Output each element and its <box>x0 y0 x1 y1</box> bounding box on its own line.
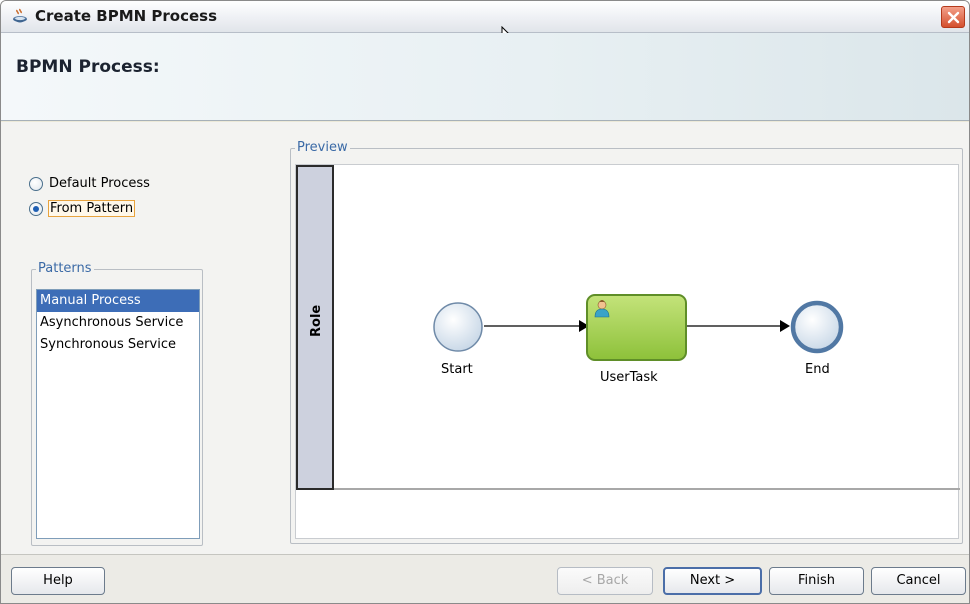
patterns-legend: Patterns <box>36 261 94 276</box>
preview-canvas: Role Start UserTask End <box>295 164 960 539</box>
start-event-label: Start <box>441 362 473 377</box>
default-process-option[interactable]: Default Process <box>29 176 151 191</box>
coffee-cup-icon <box>11 8 29 26</box>
preview-legend: Preview <box>295 140 350 155</box>
default-process-label: Default Process <box>49 176 150 191</box>
end-event <box>790 300 844 354</box>
wizard-content: Default Process From Pattern Patterns Ma… <box>1 122 969 554</box>
back-button[interactable]: < Back <box>557 567 653 595</box>
button-bar: Help < Back Next > Finish Cancel <box>1 554 969 603</box>
sequence-flow-arrowhead <box>780 320 790 332</box>
create-bpmn-process-dialog: Create BPMN Process BPMN Process: Defaul… <box>0 0 970 604</box>
cancel-button[interactable]: Cancel <box>871 567 966 595</box>
process-diagram <box>433 294 844 361</box>
page-title: BPMN Process: <box>16 57 160 77</box>
default-process-radio[interactable] <box>29 176 43 191</box>
help-button[interactable]: Help <box>11 567 105 595</box>
wizard-header: BPMN Process: <box>1 33 969 121</box>
finish-button[interactable]: Finish <box>769 567 864 595</box>
user-task-label: UserTask <box>600 370 658 385</box>
swimlane-bottom-border <box>334 488 960 490</box>
close-icon <box>947 11 960 24</box>
from-pattern-option[interactable]: From Pattern <box>29 200 136 217</box>
list-item[interactable]: Manual Process <box>37 290 199 312</box>
start-event <box>433 302 483 352</box>
patterns-list[interactable]: Manual Process Asynchronous Service Sync… <box>36 289 200 539</box>
title-bar[interactable]: Create BPMN Process <box>1 1 969 47</box>
list-item[interactable]: Synchronous Service <box>37 334 199 356</box>
from-pattern-label: From Pattern <box>48 200 136 217</box>
window-title: Create BPMN Process <box>35 7 218 25</box>
next-button[interactable]: Next > <box>663 567 762 595</box>
from-pattern-radio[interactable] <box>29 201 43 216</box>
close-button[interactable] <box>941 6 965 28</box>
end-event-label: End <box>805 362 830 377</box>
list-item[interactable]: Asynchronous Service <box>37 312 199 334</box>
